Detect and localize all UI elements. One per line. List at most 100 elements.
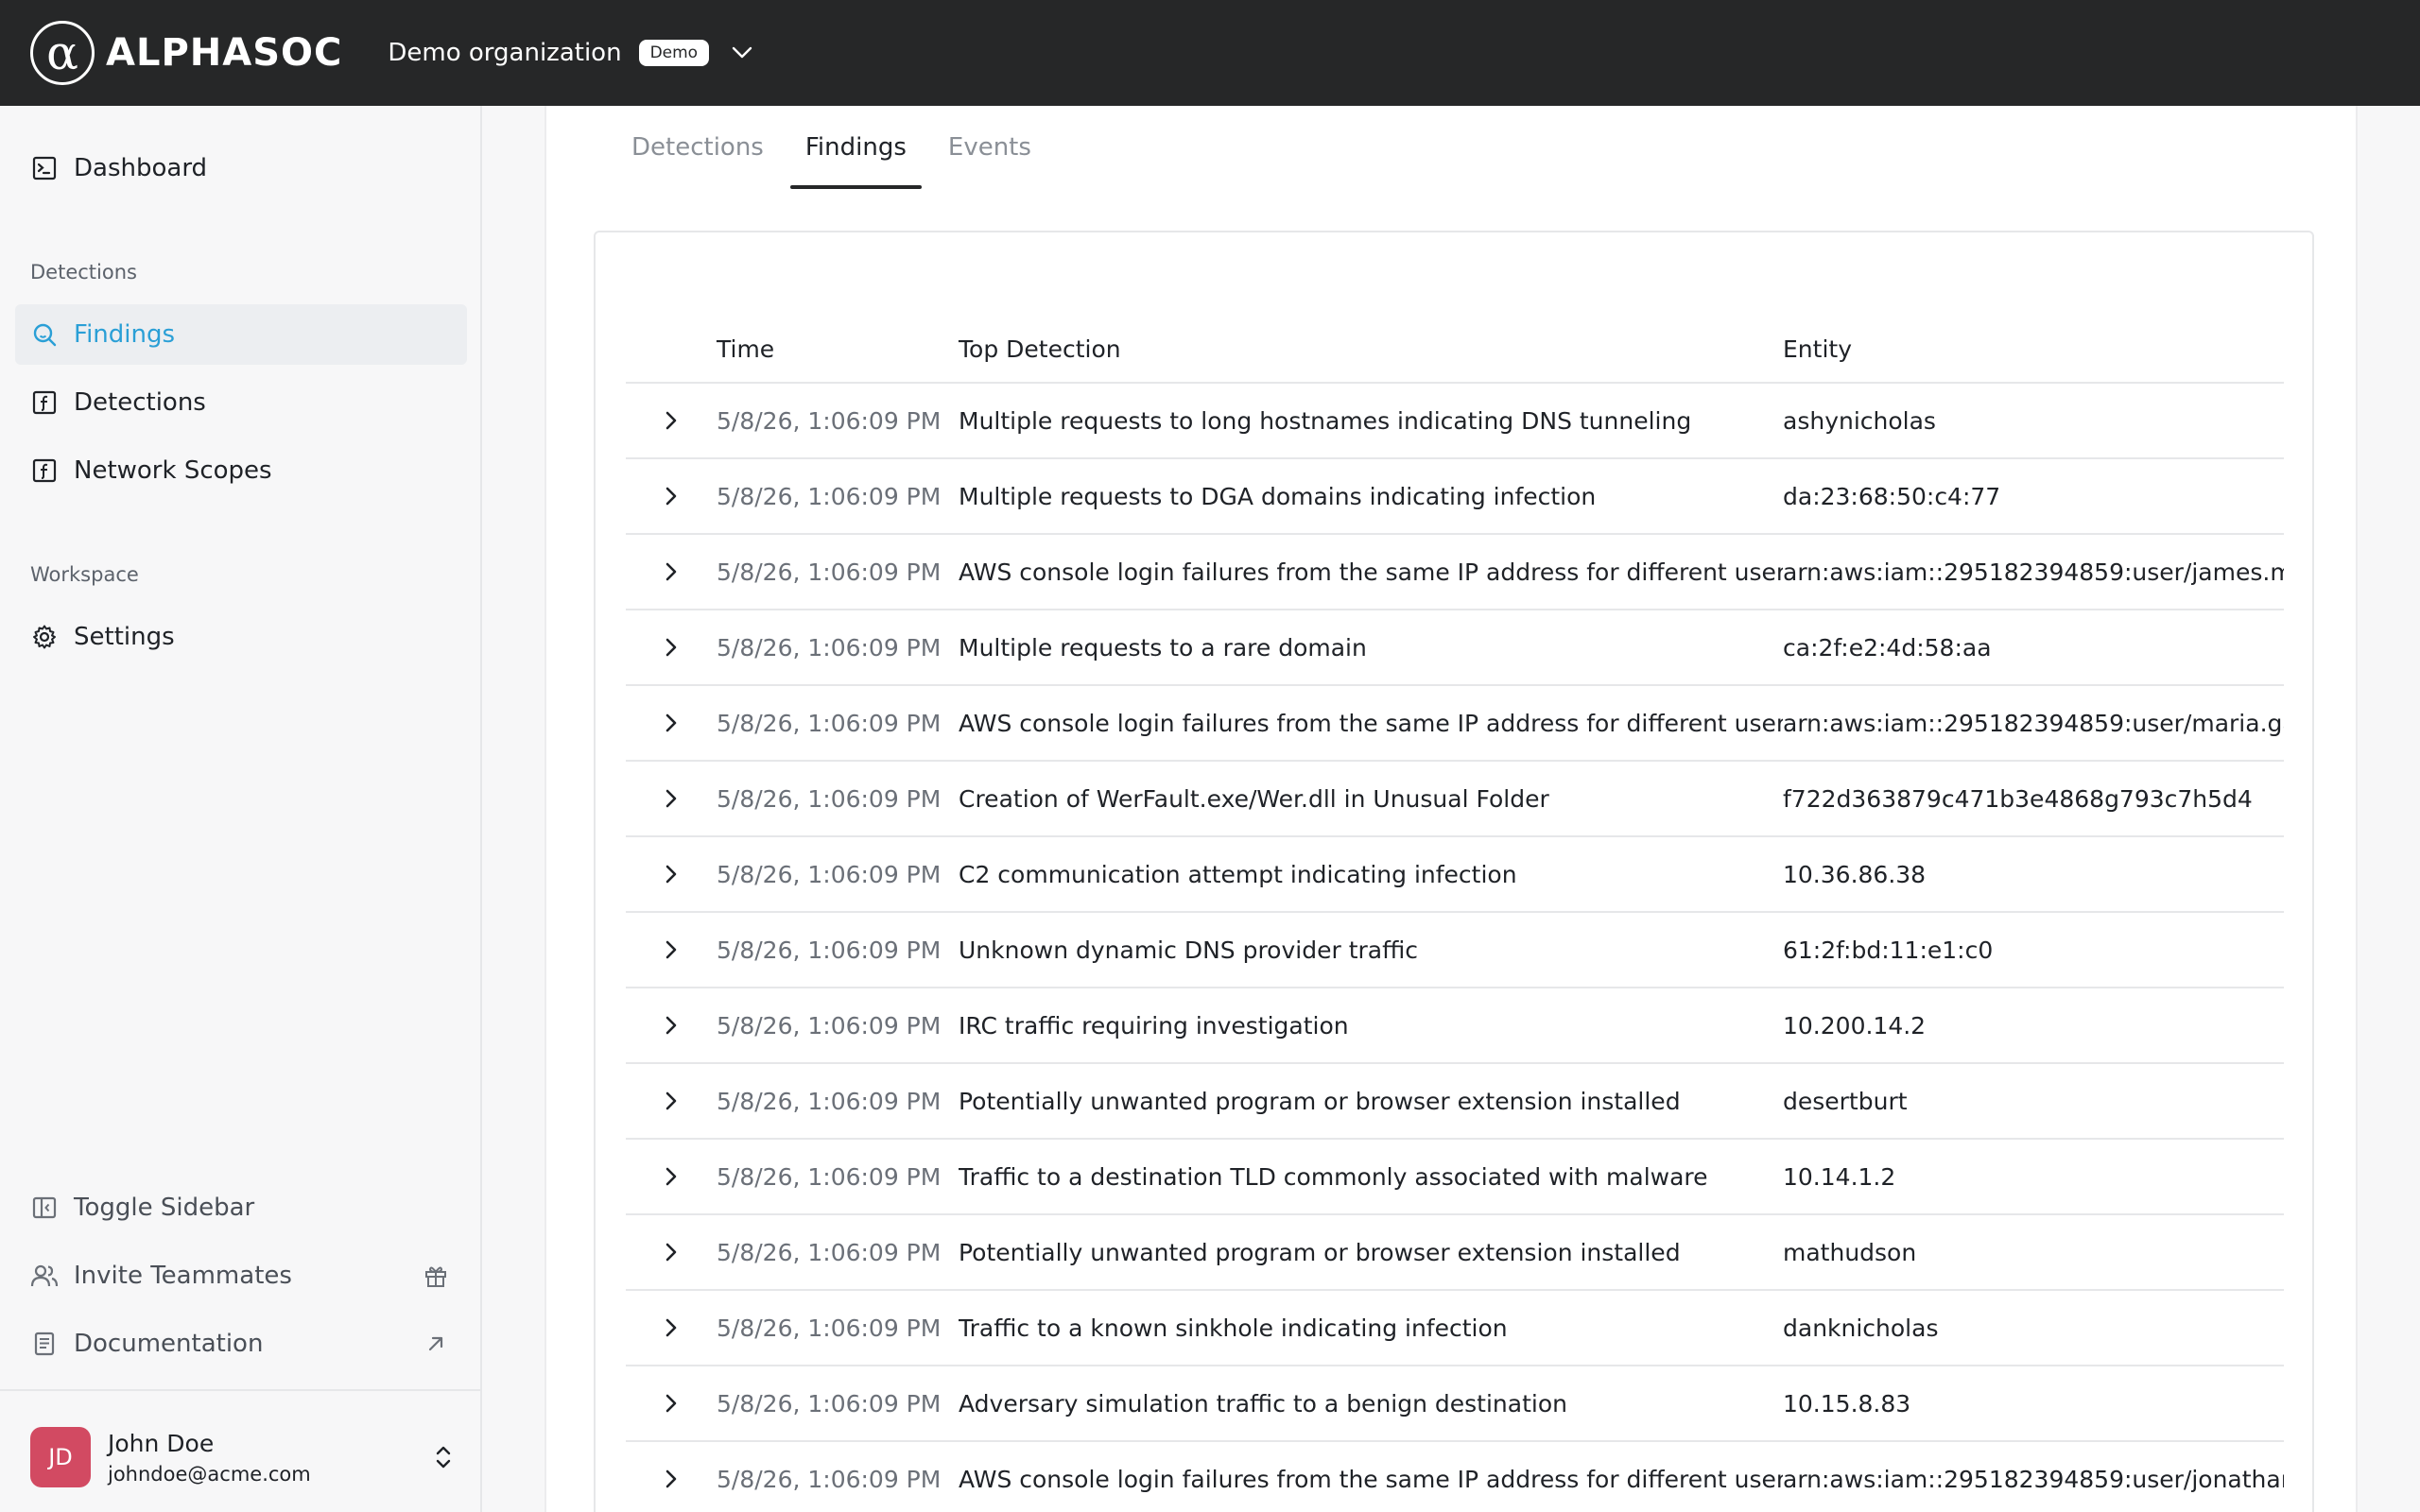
- cell-top-detection: Multiple requests to long hostnames indi…: [959, 406, 1692, 435]
- row-expand-button[interactable]: [626, 1467, 717, 1491]
- tab-findings[interactable]: Findings: [789, 106, 922, 189]
- table-row[interactable]: 5/8/26, 1:06:09 PM C2 communication atte…: [626, 837, 2284, 913]
- row-expand-button[interactable]: [626, 1315, 717, 1340]
- cell-time: 5/8/26, 1:06:09 PM: [717, 1162, 942, 1191]
- table-row[interactable]: 5/8/26, 1:06:09 PM Unknown dynamic DNS p…: [626, 913, 2284, 988]
- chevron-right-icon[interactable]: [659, 1467, 683, 1491]
- cell-top-detection: Potentially unwanted program or browser …: [959, 1087, 1681, 1115]
- chevron-right-icon[interactable]: [659, 1164, 683, 1189]
- user-email: johndoe@acme.com: [108, 1462, 311, 1486]
- chevron-right-icon[interactable]: [659, 862, 683, 886]
- cell-top-detection: Potentially unwanted program or browser …: [959, 1238, 1681, 1266]
- chevron-right-icon[interactable]: [659, 786, 683, 811]
- table-row[interactable]: 5/8/26, 1:06:09 PM Multiple requests to …: [626, 459, 2284, 535]
- row-expand-button[interactable]: [626, 937, 717, 962]
- brand-name: ALPHASOC: [106, 31, 343, 75]
- table-row[interactable]: 5/8/26, 1:06:09 PM AWS console login fai…: [626, 535, 2284, 610]
- cell-top-detection: IRC traffic requiring investigation: [959, 1011, 1349, 1040]
- sidebar-panel-icon: [30, 1194, 59, 1222]
- chevron-right-icon[interactable]: [659, 1013, 683, 1038]
- sidebar-item-invite-teammates[interactable]: Invite Teammates: [15, 1246, 467, 1306]
- org-name: Demo organization: [388, 39, 622, 67]
- cell-top-detection: Multiple requests to DGA domains indicat…: [959, 482, 1597, 510]
- chevron-right-icon[interactable]: [659, 1315, 683, 1340]
- chevron-right-icon[interactable]: [659, 559, 683, 584]
- main-panel: Detections Findings Events Time Top Dete…: [544, 106, 2358, 1512]
- row-expand-button[interactable]: [626, 1013, 717, 1038]
- cell-time: 5/8/26, 1:06:09 PM: [717, 860, 942, 888]
- sidebar-item-settings[interactable]: Settings: [15, 607, 467, 667]
- table-row[interactable]: 5/8/26, 1:06:09 PM AWS console login fai…: [626, 1442, 2284, 1512]
- sidebar-item-detections[interactable]: Detections: [15, 372, 467, 433]
- row-expand-button[interactable]: [626, 1089, 717, 1113]
- table-row[interactable]: 5/8/26, 1:06:09 PM Potentially unwanted …: [626, 1215, 2284, 1291]
- row-expand-button[interactable]: [626, 559, 717, 584]
- row-expand-button[interactable]: [626, 635, 717, 660]
- column-header-top-detection[interactable]: Top Detection: [959, 335, 1783, 363]
- chevron-right-icon[interactable]: [659, 1391, 683, 1416]
- tab-detections[interactable]: Detections: [616, 106, 779, 189]
- row-expand-button[interactable]: [626, 484, 717, 508]
- cell-entity: 10.36.86.38: [1783, 860, 1927, 888]
- sidebar-item-findings[interactable]: Findings: [15, 304, 467, 365]
- table-row[interactable]: 5/8/26, 1:06:09 PM Traffic to a destinat…: [626, 1140, 2284, 1215]
- table-row[interactable]: 5/8/26, 1:06:09 PM AWS console login fai…: [626, 686, 2284, 762]
- row-expand-button[interactable]: [626, 862, 717, 886]
- function-box-icon: [30, 388, 59, 417]
- sidebar-item-network-scopes[interactable]: Network Scopes: [15, 440, 467, 501]
- sidebar-item-dashboard[interactable]: Dashboard: [15, 138, 467, 198]
- table-row[interactable]: 5/8/26, 1:06:09 PM Multiple requests to …: [626, 384, 2284, 459]
- chevron-down-icon[interactable]: [730, 41, 754, 65]
- chevron-right-icon[interactable]: [659, 635, 683, 660]
- row-expand-button[interactable]: [626, 1164, 717, 1189]
- column-header-entity[interactable]: Entity: [1783, 335, 2284, 363]
- org-switcher[interactable]: Demo organization Demo: [388, 39, 754, 67]
- cell-time: 5/8/26, 1:06:09 PM: [717, 1011, 942, 1040]
- cell-time: 5/8/26, 1:06:09 PM: [717, 936, 942, 964]
- cell-entity: arn:aws:iam::295182394859:user/james.mil…: [1783, 558, 2284, 586]
- column-header-time[interactable]: Time: [717, 335, 959, 363]
- sidebar: Dashboard Detections Findings Detections…: [0, 106, 482, 1512]
- row-expand-button[interactable]: [626, 711, 717, 735]
- sidebar-divider: [0, 1389, 480, 1391]
- section-label-workspace: Workspace: [30, 563, 139, 586]
- sidebar-item-label: Dashboard: [74, 154, 208, 182]
- row-expand-button[interactable]: [626, 786, 717, 811]
- user-menu[interactable]: JD John Doe johndoe@acme.com: [30, 1419, 467, 1495]
- cell-top-detection: AWS console login failures from the same…: [959, 558, 1783, 586]
- cell-entity: da:23:68:50:c4:77: [1783, 482, 2001, 510]
- row-expand-button[interactable]: [626, 1240, 717, 1264]
- cell-top-detection: Traffic to a destination TLD commonly as…: [959, 1162, 1708, 1191]
- logo[interactable]: α ALPHASOC: [30, 21, 342, 85]
- table-row[interactable]: 5/8/26, 1:06:09 PM Potentially unwanted …: [626, 1064, 2284, 1140]
- sidebar-item-label: Detections: [74, 388, 206, 417]
- chevron-right-icon[interactable]: [659, 408, 683, 433]
- chevron-up-down-icon[interactable]: [429, 1442, 458, 1472]
- cell-time: 5/8/26, 1:06:09 PM: [717, 482, 942, 510]
- sidebar-item-toggle-sidebar[interactable]: Toggle Sidebar: [15, 1177, 467, 1238]
- chevron-right-icon[interactable]: [659, 711, 683, 735]
- sidebar-item-documentation[interactable]: Documentation: [15, 1314, 467, 1374]
- gift-icon: [422, 1262, 450, 1290]
- cell-entity: arn:aws:iam::295182394859:user/jonathan.…: [1783, 1465, 2284, 1493]
- cell-entity: danknicholas: [1783, 1314, 1939, 1342]
- cell-entity: arn:aws:iam::295182394859:user/maria.gar…: [1783, 709, 2284, 737]
- cell-top-detection: Adversary simulation traffic to a benign…: [959, 1389, 1567, 1418]
- row-expand-button[interactable]: [626, 1391, 717, 1416]
- cell-time: 5/8/26, 1:06:09 PM: [717, 709, 942, 737]
- cell-entity: 61:2f:bd:11:e1:c0: [1783, 936, 1994, 964]
- table-row[interactable]: 5/8/26, 1:06:09 PM Adversary simulation …: [626, 1366, 2284, 1442]
- table-row[interactable]: 5/8/26, 1:06:09 PM Multiple requests to …: [626, 610, 2284, 686]
- chevron-right-icon[interactable]: [659, 1089, 683, 1113]
- table-row[interactable]: 5/8/26, 1:06:09 PM Creation of WerFault.…: [626, 762, 2284, 837]
- table-row[interactable]: 5/8/26, 1:06:09 PM Traffic to a known si…: [626, 1291, 2284, 1366]
- chevron-right-icon[interactable]: [659, 484, 683, 508]
- chevron-right-icon[interactable]: [659, 937, 683, 962]
- cell-entity: 10.14.1.2: [1783, 1162, 1896, 1191]
- chevron-right-icon[interactable]: [659, 1240, 683, 1264]
- tab-events[interactable]: Events: [933, 106, 1046, 189]
- row-expand-button[interactable]: [626, 408, 717, 433]
- cell-entity: ca:2f:e2:4d:58:aa: [1783, 633, 1992, 662]
- table-row[interactable]: 5/8/26, 1:06:09 PM IRC traffic requiring…: [626, 988, 2284, 1064]
- cell-time: 5/8/26, 1:06:09 PM: [717, 558, 942, 586]
